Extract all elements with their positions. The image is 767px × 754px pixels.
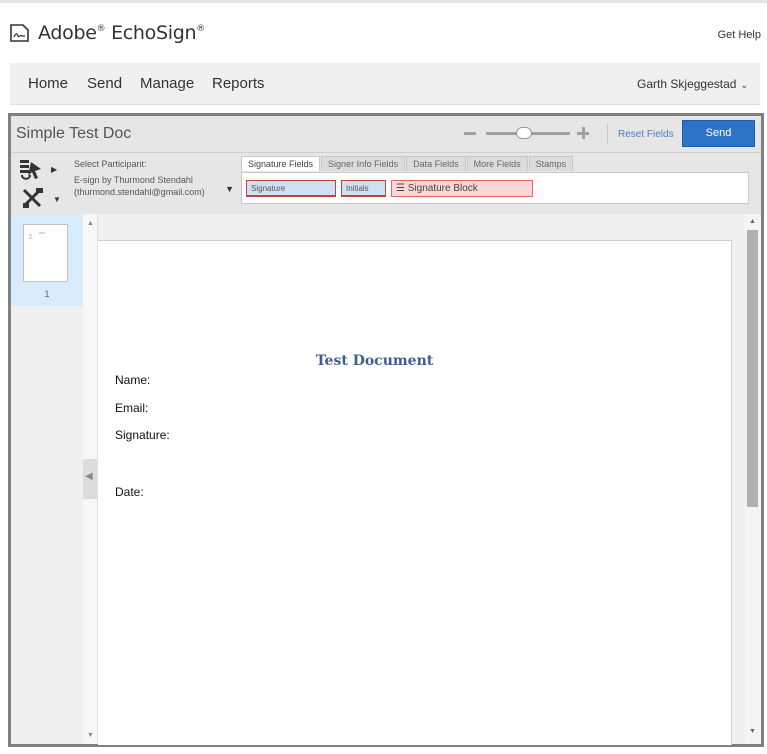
tab-signer-info-fields[interactable]: Signer Info Fields (321, 156, 406, 171)
document-page[interactable]: Test Document Name: Email: Signature: Da… (98, 240, 732, 745)
tools-icon[interactable] (21, 187, 45, 209)
editor-title-bar: Simple Test Doc Reset Fields Send (11, 116, 761, 152)
zoom-control (464, 127, 594, 141)
get-help-link[interactable]: Get Help (718, 29, 761, 41)
caret-left-icon: ◀ (85, 471, 93, 482)
zoom-slider-handle[interactable] (515, 127, 532, 139)
echosign-logo[interactable]: Adobe® EchoSign® (8, 21, 205, 45)
chevron-down-icon: ⌄ (740, 80, 748, 90)
collapse-pane-button[interactable]: ◀ (83, 459, 97, 499)
scroll-down-icon[interactable]: ▼ (749, 728, 756, 735)
document-title: Simple Test Doc (16, 125, 132, 142)
top-bar: Adobe® EchoSign® Get Help (0, 0, 767, 62)
zoom-in-icon[interactable] (577, 127, 589, 139)
signature-block-field[interactable]: ☰ Signature Block (391, 180, 533, 197)
scrollbar-thumb[interactable] (747, 230, 758, 507)
doc-line-signature: Signature: (115, 428, 170, 442)
scroll-down-icon[interactable]: ▼ (87, 732, 94, 739)
doc-line-date: Date: (115, 485, 144, 499)
user-name: Garth Skjeggestad (637, 77, 737, 91)
nav-send[interactable]: Send (87, 75, 122, 92)
divider (607, 124, 608, 144)
scroll-up-icon[interactable]: ▲ (749, 218, 756, 225)
participant-name: E-sign by Thurmond Stendahl (74, 175, 193, 185)
user-menu[interactable]: Garth Skjeggestad ⌄ (637, 77, 748, 91)
initials-field[interactable]: Initials (341, 180, 386, 197)
document-icon: ☰ (396, 183, 405, 194)
caret-down-icon: ▼ (225, 184, 234, 194)
signature-field[interactable]: Signature (246, 180, 336, 197)
participant-email: (thurmond.stendahl@gmail.com) (74, 187, 205, 197)
caret-right-icon[interactable]: ▶ (51, 165, 57, 174)
scroll-up-icon[interactable]: ▲ (87, 220, 94, 227)
tab-data-fields[interactable]: Data Fields (406, 156, 466, 171)
send-button[interactable]: Send (682, 120, 755, 147)
tab-signature-fields[interactable]: Signature Fields (241, 156, 321, 171)
doc-line-name: Name: (115, 373, 151, 387)
thumbnail-image (23, 224, 68, 282)
nav-reports[interactable]: Reports (212, 75, 265, 92)
nav-home[interactable]: Home (28, 75, 68, 92)
document-editor: Simple Test Doc Reset Fields Send ▶ ▼ Se… (8, 113, 764, 747)
tab-more-fields[interactable]: More Fields (466, 156, 528, 171)
zoom-out-icon[interactable] (464, 132, 476, 135)
thumbnail-text-lines (29, 232, 45, 239)
tab-stamps[interactable]: Stamps (528, 156, 574, 171)
participant-select[interactable]: E-sign by Thurmond Stendahl (thurmond.st… (74, 174, 234, 210)
participant-label: Select Participant: (74, 159, 147, 169)
main-nav: Home Send Manage Reports Garth Skjeggest… (10, 63, 760, 105)
nav-manage[interactable]: Manage (140, 75, 194, 92)
logo-text: Adobe® EchoSign® (38, 22, 205, 44)
document-canvas: Test Document Name: Email: Signature: Da… (98, 214, 745, 745)
document-heading: Test Document (315, 353, 434, 369)
field-toolbar: ▶ ▼ Select Participant: E-sign by Thurmo… (11, 152, 761, 214)
thumbnail-page-number: 1 (44, 289, 50, 299)
signature-block-label: Signature Block (407, 183, 478, 194)
participant-tools-icon[interactable] (19, 159, 43, 181)
vertical-scrollbar[interactable]: ▲ ▼ (745, 214, 761, 744)
page-thumbnail[interactable]: 1 (11, 214, 83, 306)
doc-line-email: Email: (115, 401, 149, 415)
signature-fields-panel: Signature Initials ☰ Signature Block (241, 172, 749, 204)
echosign-logo-icon (10, 24, 29, 42)
caret-down-icon[interactable]: ▼ (53, 195, 61, 204)
thumbnail-collapse-strip: ▲ ◀ ▼ (83, 214, 98, 744)
reset-fields-link[interactable]: Reset Fields (618, 129, 674, 140)
thumbnail-pane: 1 (11, 214, 83, 744)
field-tabs: Signature Fields Signer Info Fields Data… (241, 156, 574, 172)
